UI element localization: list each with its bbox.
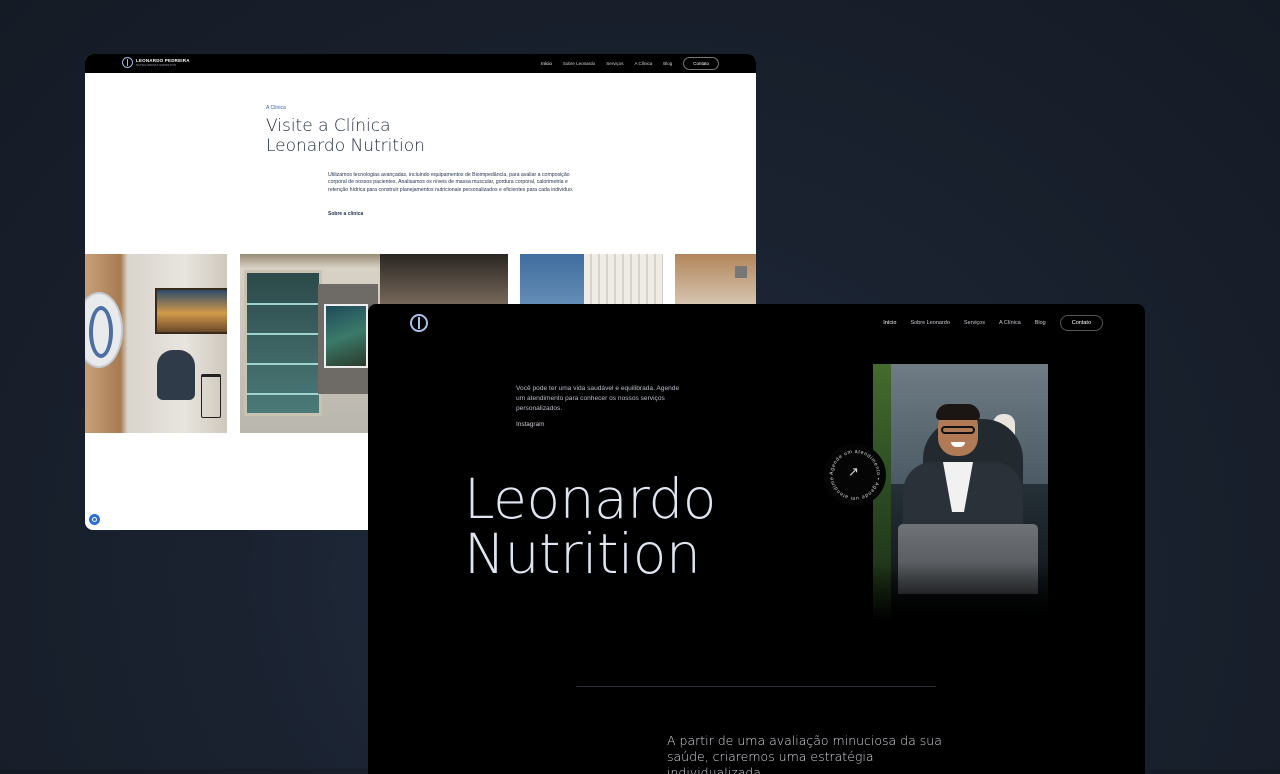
schedule-appointment-badge[interactable]: Agende um atendimento • Agende um atendi… — [824, 444, 886, 506]
nav-link-inicio[interactable]: Início — [883, 320, 896, 326]
assessment-paragraph: A partir de uma avaliação minuciosa da s… — [667, 733, 942, 774]
hero-title-line1: Leonardo — [464, 467, 716, 531]
nav-link-blog[interactable]: Blog — [1035, 320, 1046, 326]
clinic-photo-reception[interactable] — [85, 254, 227, 433]
nutritionist-portrait — [873, 364, 1048, 622]
section-paragraph: Utilizamos tecnologias avançadas, inclui… — [328, 172, 574, 193]
contact-button[interactable]: Contato — [1059, 315, 1103, 331]
brand-logo-icon[interactable] — [122, 57, 133, 68]
nav-links: Início Sobre Leonardo Serviços A Clínica… — [541, 54, 719, 73]
hero-title-line2: Nutrition — [464, 522, 701, 586]
lit-shelf — [244, 270, 322, 416]
nav-link-clinica[interactable]: A Clínica — [634, 61, 652, 66]
section-eyebrow: A Clínica — [266, 105, 286, 111]
section-title-line1: Visite a Clínica — [266, 116, 391, 136]
portrait-fade — [873, 562, 1048, 622]
brand-name[interactable]: LEONARDO PEDREIRA — [136, 58, 190, 63]
section-title-line2: Leonardo Nutrition — [266, 136, 425, 156]
about-clinic-link[interactable]: Sobre a clínica — [328, 211, 363, 217]
armchair — [157, 350, 195, 400]
instagram-link[interactable]: Instagram — [516, 421, 544, 428]
sunset-painting — [155, 288, 227, 334]
glasses — [941, 426, 975, 434]
ceiling-vent — [735, 266, 747, 278]
contact-button[interactable]: Contato — [683, 57, 719, 70]
hair — [936, 404, 980, 420]
nav-link-servicos[interactable]: Serviços — [964, 320, 985, 326]
nav-link-sobre[interactable]: Sobre Leonardo — [910, 320, 949, 326]
section-title: Visite a Clínica Leonardo Nutrition — [266, 116, 425, 156]
brand-logo-icon[interactable] — [410, 314, 428, 332]
nav-link-sobre[interactable]: Sobre Leonardo — [563, 61, 595, 66]
nav-link-blog[interactable]: Blog — [663, 61, 672, 66]
arrow-up-right-icon: ↗ — [848, 464, 859, 479]
home-page-window: Início Sobre Leonardo Serviços A Clínica… — [368, 304, 1145, 774]
brand-subtitle: NUTRICIONISTA ESPORTIVO — [136, 64, 177, 67]
nav-link-servicos[interactable]: Serviços — [606, 61, 623, 66]
nav-links: Início Sobre Leonardo Serviços A Clínica… — [883, 314, 1103, 332]
nav-link-clinica[interactable]: A Clínica — [999, 320, 1021, 326]
hero-intro-text: Você pode ter uma vida saudável e equili… — [516, 385, 680, 412]
clinic-logo-sign — [85, 292, 123, 368]
wall-painting — [324, 304, 368, 368]
accessibility-icon[interactable] — [89, 514, 100, 525]
section-divider — [576, 686, 936, 687]
nav-link-inicio[interactable]: Início — [541, 61, 552, 66]
hero-title: Leonardo Nutrition — [464, 472, 716, 582]
side-table — [201, 374, 221, 418]
top-nav: LEONARDO PEDREIRA NUTRICIONISTA ESPORTIV… — [85, 54, 756, 73]
